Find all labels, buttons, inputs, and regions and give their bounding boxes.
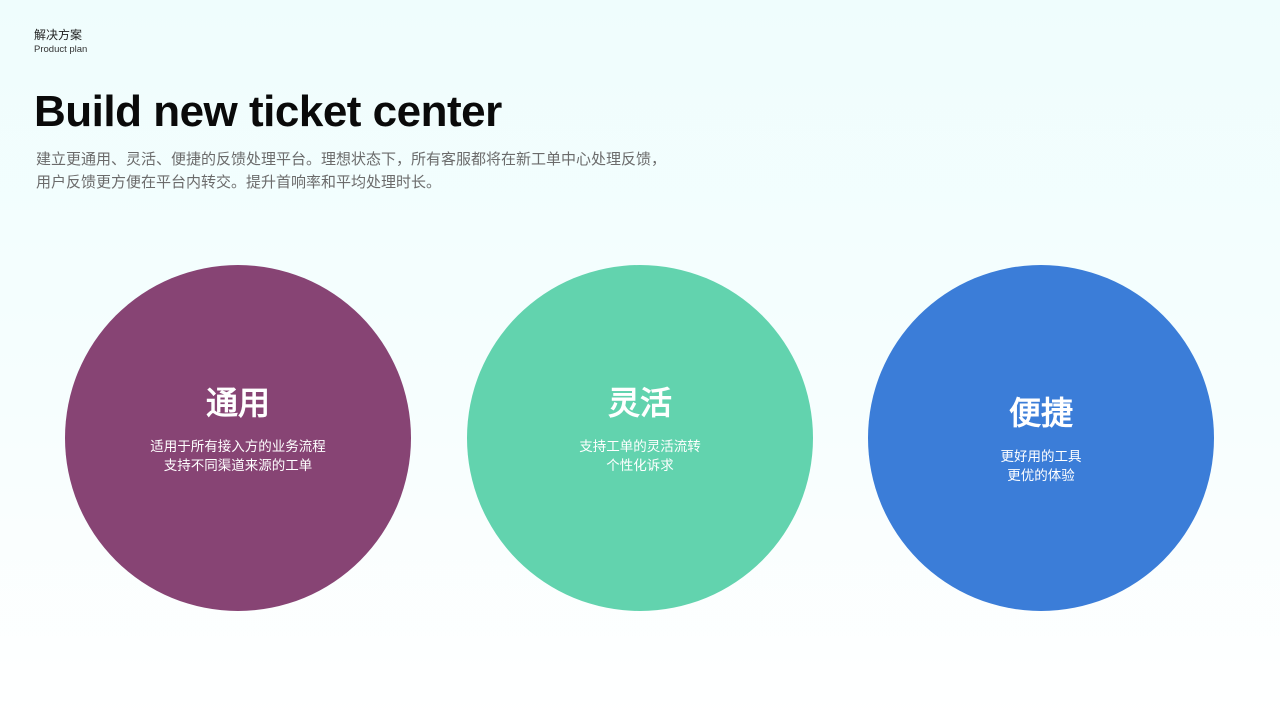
- feature-description-line: 支持不同渠道来源的工单: [163, 458, 313, 473]
- feature-content: 灵活 支持工单的灵活流转 个性化诉求: [467, 383, 813, 475]
- feature-title: 便捷: [1008, 395, 1073, 431]
- feature-description-line: 适用于所有接入方的业务流程: [150, 439, 326, 454]
- feature-title: 通用: [205, 385, 270, 421]
- feature-title: 灵活: [607, 385, 672, 421]
- section-subtitle: Product plan: [34, 44, 88, 55]
- feature-description-line: 个性化诉求: [606, 458, 674, 473]
- feature-description-line: 支持工单的灵活流转: [579, 439, 701, 454]
- feature-description-line: 更好用的工具: [1000, 449, 1082, 464]
- page-title: Build new ticket center: [34, 87, 502, 136]
- description-line: 建立更通用、灵活、便捷的反馈处理平台。理想状态下，所有客服都将在新工单中心处理反…: [36, 151, 667, 168]
- feature-circle-convenient: 便捷 更好用的工具 更优的体验: [868, 265, 1214, 611]
- description: 建立更通用、灵活、便捷的反馈处理平台。理想状态下，所有客服都将在新工单中心处理反…: [36, 148, 736, 194]
- feature-circle-general: 通用 适用于所有接入方的业务流程 支持不同渠道来源的工单: [65, 265, 411, 611]
- section-title: 解决方案: [34, 28, 83, 42]
- description-line: 用户反馈更方便在平台内转交。提升首响率和平均处理时长。: [36, 174, 442, 191]
- feature-circle-flexible: 灵活 支持工单的灵活流转 个性化诉求: [467, 265, 813, 611]
- feature-content: 通用 适用于所有接入方的业务流程 支持不同渠道来源的工单: [65, 383, 411, 475]
- section-label: 解决方案 Product plan: [34, 28, 87, 56]
- feature-description-line: 更优的体验: [1007, 468, 1075, 483]
- feature-content: 便捷 更好用的工具 更优的体验: [868, 393, 1214, 485]
